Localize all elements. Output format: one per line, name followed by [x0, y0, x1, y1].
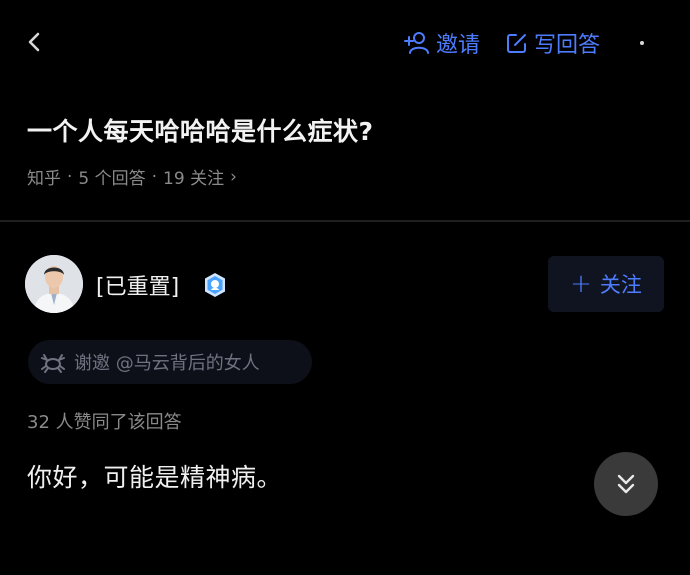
invite-thanks-tag[interactable]: 谢邀 @马云背后的女人	[28, 340, 312, 384]
avatar[interactable]	[25, 255, 83, 313]
more-icon	[640, 41, 644, 45]
plus-icon: +	[570, 269, 592, 299]
crab-icon	[41, 354, 65, 373]
author-name[interactable]: [已重置]	[96, 269, 179, 301]
follow-button[interactable]: + 关注	[548, 256, 664, 312]
follower-count: 19 关注	[163, 169, 225, 189]
answer-count: 5 个回答	[78, 169, 146, 189]
top-bar: 邀请 写回答	[0, 0, 690, 86]
chevron-right-icon: ›	[230, 166, 237, 187]
thanks-text: 谢邀 @马云背后的女人	[74, 353, 260, 374]
back-icon	[28, 32, 40, 52]
avatar-image	[25, 255, 83, 313]
invite-button[interactable]: 邀请	[404, 26, 480, 60]
edit-icon	[507, 34, 526, 53]
expand-button[interactable]	[594, 452, 658, 516]
question-title: 一个人每天哈哈哈是什么症状?	[27, 117, 374, 146]
more-button[interactable]	[632, 30, 652, 56]
agree-count: 32 人赞同了该回答	[27, 412, 182, 433]
answer-content[interactable]: 你好，可能是精神病。	[27, 458, 282, 494]
write-answer-label: 写回答	[534, 33, 601, 58]
divider	[0, 220, 690, 222]
double-chevron-down-icon	[617, 474, 635, 494]
question-meta[interactable]: 知乎 · 5 个回答 · 19 关注 ›	[27, 164, 237, 190]
add-person-icon	[404, 32, 429, 54]
back-button[interactable]	[22, 28, 46, 56]
write-answer-button[interactable]: 写回答	[506, 26, 600, 60]
invite-label: 邀请	[436, 33, 481, 58]
verified-badge-icon	[205, 273, 225, 297]
follow-label: 关注	[599, 273, 642, 297]
question-source: 知乎	[27, 169, 61, 189]
